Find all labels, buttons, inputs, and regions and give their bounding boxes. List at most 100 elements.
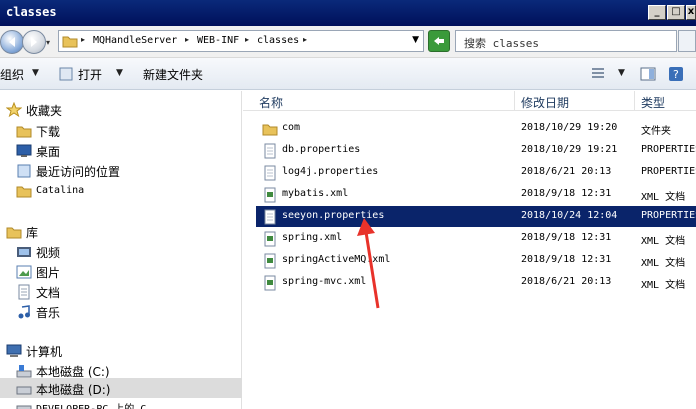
command-toolbar: 组织 ▼ 打开 ▼ 新建文件夹 ▼ ? [0, 58, 696, 90]
organize-dropdown-icon[interactable]: ▼ [32, 68, 39, 78]
file-list: 名称 修改日期 类型 com 2018/10/29 19:20 文件夹 db.prop… [243, 91, 696, 409]
file-icon [264, 165, 276, 181]
view-options-icon[interactable] [590, 66, 606, 82]
file-modified-date: 2018/6/21 20:13 [521, 276, 612, 287]
chevron-right-icon[interactable]: ▸ [185, 35, 189, 44]
file-name: seeyon.properties [282, 210, 385, 221]
nav-label: 桌面 [36, 145, 61, 159]
open-icon [59, 67, 73, 81]
system-drive-icon [16, 365, 32, 378]
window-title: classes [6, 5, 57, 19]
file-row[interactable]: spring.xml 2018/9/18 12:31 XML 文档 [256, 228, 696, 249]
address-field[interactable]: ▸ MQHandleServer ▸ WEB-INF ▸ classes ▸ ▼ [58, 30, 424, 52]
history-dropdown-icon[interactable]: ▾ [46, 38, 50, 47]
column-header-modified[interactable]: 修改日期 [515, 91, 635, 111]
open-dropdown-icon[interactable]: ▼ [116, 68, 123, 78]
file-row[interactable]: seeyon.properties 2018/10/24 12:04 PROPERT… [256, 206, 696, 227]
nav-favorites[interactable]: 收藏夹 [0, 99, 242, 119]
nav-label: 图片 [36, 266, 61, 280]
file-type: XML 文档 [641, 258, 686, 269]
navigation-pane: 收藏夹 下载 桌面 最近访问的位置 Catalina 库 视频 图片 文档 音乐… [0, 91, 242, 409]
organize-button[interactable]: 组织 [0, 66, 24, 83]
refresh-button[interactable] [428, 30, 450, 52]
desktop-icon [16, 144, 32, 157]
nav-label: 库 [26, 226, 39, 240]
file-row[interactable]: db.properties 2018/10/29 19:21 PROPERTIES [256, 140, 696, 161]
view-dropdown-icon[interactable]: ▼ [618, 68, 625, 78]
file-row[interactable]: log4j.properties 2018/6/21 20:13 PROPERTIE… [256, 162, 696, 183]
nav-item-videos[interactable]: 视频 [0, 241, 242, 261]
music-icon [18, 305, 30, 319]
chevron-right-icon[interactable]: ▸ [303, 35, 307, 44]
file-modified-date: 2018/9/18 12:31 [521, 254, 612, 265]
nav-label: 最近访问的位置 [36, 165, 121, 179]
document-icon [18, 284, 30, 300]
help-icon[interactable]: ? [668, 66, 684, 82]
nav-computer[interactable]: 计算机 [0, 340, 242, 360]
nav-label: 下载 [36, 125, 61, 139]
chevron-right-icon[interactable]: ▸ [245, 35, 249, 44]
minimize-button[interactable]: _ [648, 5, 666, 20]
nav-item-drive-d[interactable]: 本地磁盘 (D:) [0, 378, 242, 398]
file-type: 文件夹 [641, 126, 671, 137]
close-button[interactable]: x [686, 5, 696, 20]
file-row[interactable]: springActiveMQ.xml 2018/9/18 12:31 XML 文档 [256, 250, 696, 271]
picture-icon [16, 265, 32, 279]
nav-label: DEVELOPER-PC 上的 C [36, 400, 146, 409]
search-icon[interactable] [678, 30, 696, 52]
recent-places-icon [17, 164, 31, 178]
title-bar: classes _ □ x [0, 0, 696, 26]
file-name: spring-mvc.xml [282, 276, 367, 287]
search-input[interactable]: 搜索 classes [455, 30, 677, 52]
file-name: db.properties [282, 144, 361, 155]
nav-item-desktop[interactable]: 桌面 [0, 140, 242, 160]
network-drive-icon [16, 405, 32, 409]
folder-icon [262, 124, 278, 136]
file-type: XML 文档 [641, 236, 686, 247]
back-button[interactable] [0, 30, 24, 54]
nav-item-music[interactable]: 音乐 [0, 301, 242, 321]
preview-pane-icon[interactable] [640, 66, 656, 82]
maximize-button[interactable]: □ [667, 5, 685, 20]
column-header-type[interactable]: 类型 [635, 91, 696, 111]
file-modified-date: 2018/10/29 19:20 [521, 122, 618, 133]
nav-item-network-drive[interactable]: DEVELOPER-PC 上的 C [0, 397, 242, 409]
nav-label: 文档 [36, 286, 61, 300]
xml-icon [264, 253, 276, 269]
file-modified-date: 2018/9/18 12:31 [521, 188, 612, 199]
chevron-right-icon[interactable]: ▸ [81, 35, 85, 44]
computer-icon [6, 344, 22, 357]
file-type: PROPERTIES [641, 166, 696, 177]
nav-item-pictures[interactable]: 图片 [0, 261, 242, 281]
nav-label: 视频 [36, 246, 61, 260]
nav-item-documents[interactable]: 文档 [0, 281, 242, 301]
address-dropdown-icon[interactable]: ▼ [412, 35, 419, 45]
video-icon [17, 247, 31, 257]
xml-icon [264, 275, 276, 291]
nav-item-recent[interactable]: 最近访问的位置 [0, 160, 242, 180]
file-modified-date: 2018/6/21 20:13 [521, 166, 612, 177]
open-button[interactable]: 打开 [78, 66, 102, 83]
nav-item-catalina[interactable]: Catalina [0, 180, 242, 200]
file-row[interactable]: spring-mvc.xml 2018/6/21 20:13 XML 文档 [256, 272, 696, 293]
nav-label: Catalina [36, 185, 85, 196]
nav-item-drive-c[interactable]: 本地磁盘 (C:) [0, 360, 242, 380]
nav-item-downloads[interactable]: 下载 [0, 120, 242, 140]
file-row[interactable]: mybatis.xml 2018/9/18 12:31 XML 文档 [256, 184, 696, 205]
nav-label: 收藏夹 [26, 104, 63, 118]
file-name: com [282, 122, 301, 133]
file-row[interactable]: com 2018/10/29 19:20 文件夹 [256, 118, 696, 139]
forward-button[interactable] [22, 30, 46, 54]
forward-arrow-icon [31, 37, 37, 47]
star-icon [6, 102, 22, 118]
breadcrumb-item[interactable]: WEB-INF [197, 35, 239, 46]
refresh-icon [434, 37, 444, 45]
svg-text:?: ? [673, 68, 679, 81]
breadcrumb-item[interactable]: classes [257, 35, 299, 46]
nav-libraries[interactable]: 库 [0, 221, 242, 241]
new-folder-button[interactable]: 新建文件夹 [143, 66, 203, 83]
breadcrumb-item[interactable]: MQHandleServer [93, 35, 177, 46]
list-header: 名称 修改日期 类型 [243, 91, 696, 111]
file-name: log4j.properties [282, 166, 379, 177]
column-header-name[interactable]: 名称 [253, 91, 515, 111]
